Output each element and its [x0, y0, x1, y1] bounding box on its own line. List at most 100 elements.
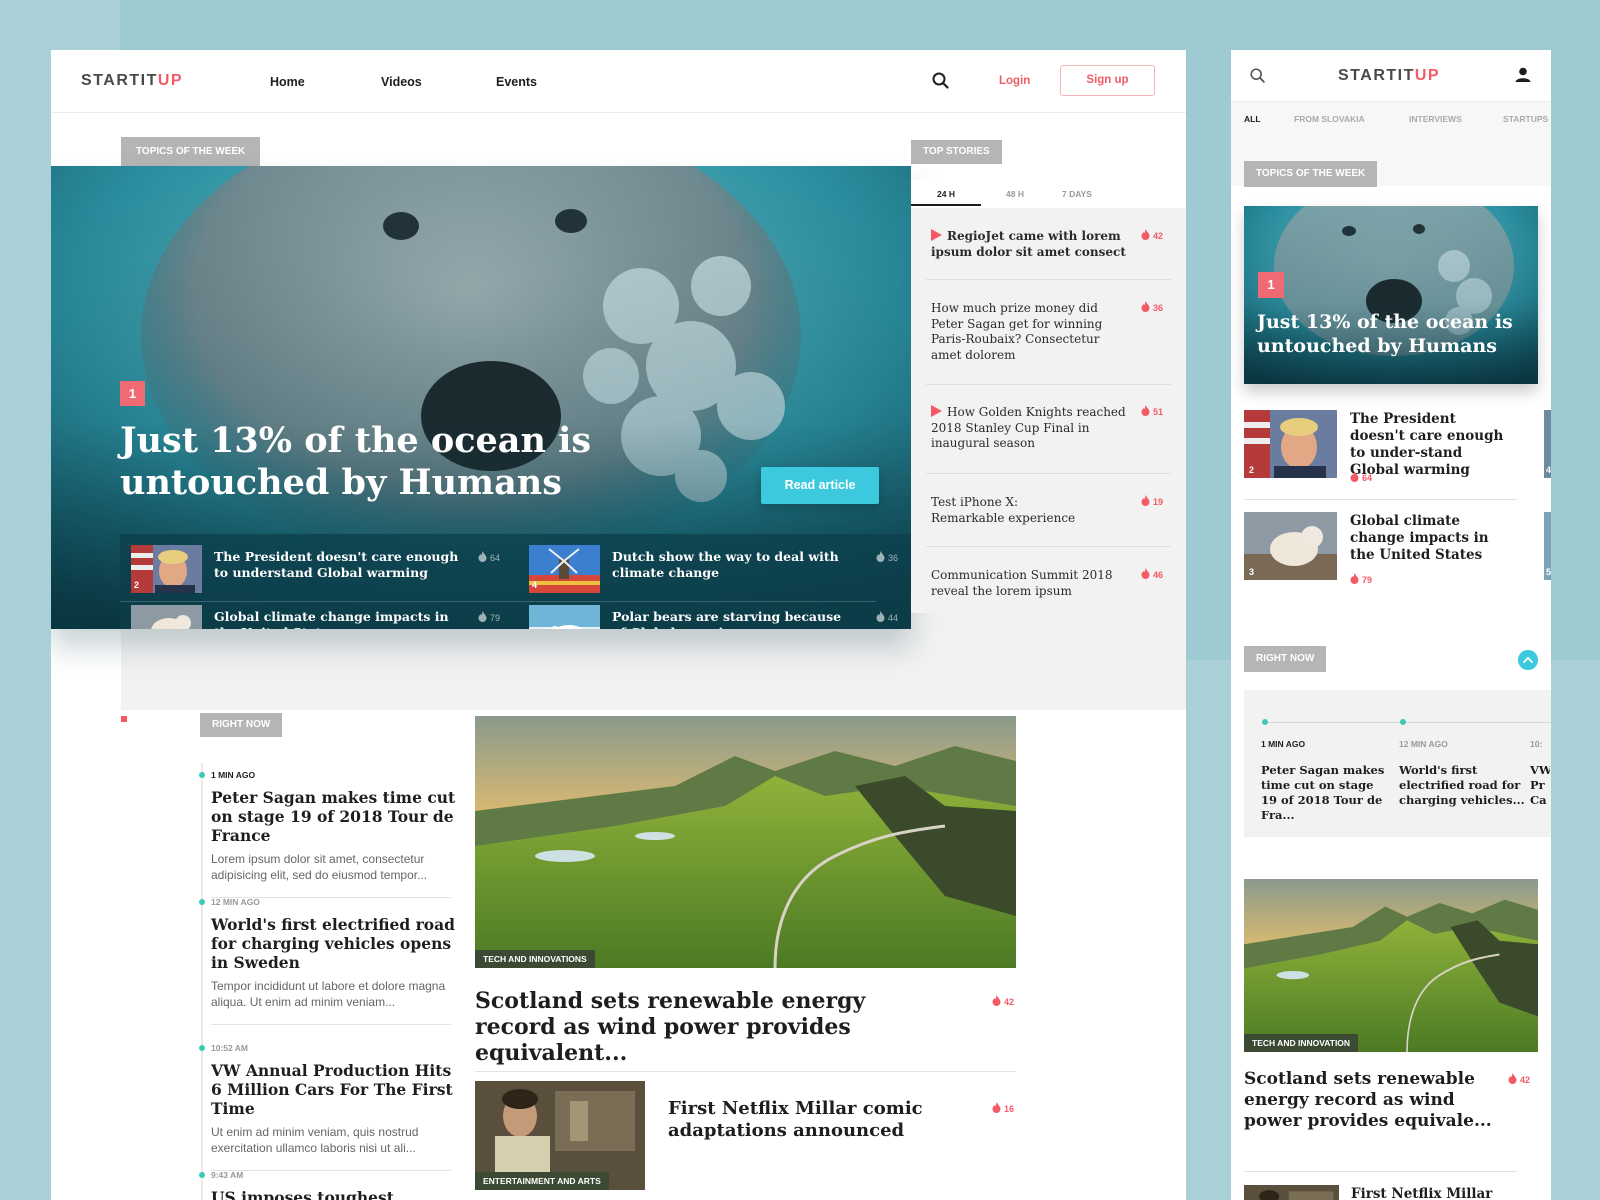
netflix-image[interactable]: Entertainment and arts [475, 1081, 645, 1190]
flame-icon [1141, 405, 1150, 416]
netflix-image[interactable] [1244, 1185, 1339, 1200]
hero-title[interactable]: Just 13% of the ocean is untouched by Hu… [120, 420, 680, 504]
right-now-card[interactable]: 12 MIN AGO World's first electrified roa… [1399, 739, 1527, 808]
netflix-title[interactable]: First Netflix Millar comic adaptations a… [668, 1098, 928, 1142]
hero-rank-badge: 1 [120, 381, 145, 406]
featured-title[interactable]: Scotland sets renewable energy record as… [1244, 1069, 1494, 1132]
category-label[interactable]: Entertainment and arts [475, 1172, 609, 1190]
hero-list-item[interactable]: 2 The President doesn't care enough to u… [120, 534, 500, 600]
search-icon[interactable] [931, 71, 951, 91]
list-item-title: The President doesn't care enough to und… [1350, 411, 1504, 478]
tab-7days[interactable]: 7 DAYS [1062, 189, 1092, 199]
top-stories-list: RegioJet came with lorem ipsum dolor sit… [911, 208, 1186, 613]
tab-24h[interactable]: 24 H [937, 189, 955, 199]
hero-list-item[interactable]: 4 Dutch show the way to deal with climat… [518, 534, 898, 600]
nav-videos[interactable]: Videos [381, 75, 422, 89]
hero-item-title: The President doesn't care enough to und… [214, 549, 459, 580]
story-title: How much prize money did Peter Sagan get… [931, 301, 1103, 362]
timeline-title: World's first electrified road for charg… [1399, 763, 1525, 807]
signup-button[interactable]: Sign up [1060, 65, 1155, 96]
tab-48h[interactable]: 48 H [1006, 189, 1024, 199]
story-item[interactable]: How Golden Knights reached 2018 Stanley … [926, 385, 1171, 474]
right-now-tag: Right now [1244, 646, 1327, 672]
flame-icon [478, 611, 487, 622]
hero-divider [120, 601, 876, 602]
mobile-header: STARTITUP [1231, 50, 1551, 102]
search-icon[interactable] [1249, 67, 1267, 85]
carousel-peek: 4 [1544, 410, 1551, 478]
rank-number: 3 [1249, 567, 1255, 577]
story-item[interactable]: Test iPhone X: Remarkable experience 19 [926, 474, 1171, 547]
view-count: 46 [1141, 568, 1163, 580]
tab-from-slovakia[interactable]: FROM SLOVAKIA [1294, 114, 1365, 124]
timeline-time: 10: [1530, 739, 1543, 749]
view-count: 36 [1141, 301, 1163, 313]
active-tab-indicator [911, 204, 981, 206]
timeline-dot [1262, 719, 1268, 725]
right-now-card[interactable]: 10: VW Pr Ca [1530, 739, 1550, 808]
timeline-title: VW Pr Ca [1530, 763, 1550, 807]
timeline-time: 1 MIN AGO [1261, 739, 1306, 749]
hero-item-title: Dutch show the way to deal with climate … [612, 549, 839, 580]
netflix-title[interactable]: First Netflix Millar comic adaptations a… [1351, 1186, 1536, 1200]
timeline-item[interactable]: 9:43 AM US imposes toughest Russian [199, 1170, 456, 1200]
landscape-image [1244, 879, 1538, 1052]
landscape-image [475, 716, 1016, 968]
mobile-hero-card[interactable]: 1 Just 13% of the ocean is untouched by … [1244, 206, 1538, 384]
timeline-time: 10:52 AM [211, 1043, 249, 1053]
timeline-dot [1400, 719, 1406, 725]
play-icon [931, 229, 942, 241]
story-item[interactable]: How much prize money did Peter Sagan get… [926, 280, 1171, 385]
timeline-dot [199, 1045, 205, 1051]
hero-card[interactable]: 1 Just 13% of the ocean is untouched by … [51, 166, 911, 629]
story-item[interactable]: Communication Summit 2018 reveal the lor… [926, 547, 1171, 613]
mobile-list-item[interactable]: 2 The President doesn't care enough to u… [1244, 410, 1519, 490]
right-now-card[interactable]: 1 MIN AGO Peter Sagan makes time cut on … [1261, 739, 1389, 823]
timeline-item[interactable]: 10:52 AM VW Annual Production Hits 6 Mil… [199, 1043, 456, 1171]
divider [1244, 499, 1517, 500]
timeline-time: 12 MIN AGO [211, 897, 260, 907]
view-count: 79 [1350, 573, 1372, 585]
featured-title[interactable]: Scotland sets renewable energy record as… [475, 988, 945, 1066]
play-icon [931, 405, 942, 417]
category-label[interactable]: Tech and innovations [475, 950, 595, 968]
rank-number: 5 [1546, 567, 1551, 577]
login-link[interactable]: Login [999, 75, 1030, 87]
tab-all[interactable]: ALL [1244, 114, 1261, 124]
featured-image[interactable]: Tech and innovations [475, 716, 1016, 968]
logo[interactable]: STARTITUP [1338, 67, 1440, 85]
logo[interactable]: STARTITUP [81, 72, 183, 90]
mobile-frame: STARTITUP ALL FROM SLOVAKIA INTERVIEWS S… [1231, 50, 1551, 1200]
nav-events[interactable]: Events [496, 75, 537, 89]
tab-interviews[interactable]: INTERVIEWS [1409, 114, 1462, 124]
hero-list-item[interactable]: 3 Global climate change impacts in the U… [120, 605, 500, 629]
tab-startups[interactable]: STARTUPS [1503, 114, 1548, 124]
top-stories-tabs: 24 H 48 H 7 DAYS [911, 180, 1186, 208]
mobile-right-now-carousel: 1 MIN AGO Peter Sagan makes time cut on … [1244, 690, 1551, 837]
mobile-list-item[interactable]: 3 Global climate change impacts in the U… [1244, 512, 1519, 592]
divider [211, 1024, 451, 1025]
story-title: RegioJet came with lorem ipsum dolor sit… [931, 229, 1126, 259]
category-label[interactable]: Tech and innovation [1244, 1034, 1359, 1052]
top-stories-tag: Top stories [911, 140, 1002, 164]
story-title: How Golden Knights reached 2018 Stanley … [931, 405, 1126, 450]
timeline-item[interactable]: 12 MIN AGO World's first electrified roa… [199, 897, 456, 1025]
story-item[interactable]: RegioJet came with lorem ipsum dolor sit… [926, 208, 1171, 280]
hero-list-item[interactable]: 5 Polar bears are starving because of Gl… [518, 605, 898, 629]
timeline-item[interactable]: 1 MIN AGO Peter Sagan makes time cut on … [199, 770, 456, 898]
timeline-excerpt: Lorem ipsum dolor sit amet, consectetur … [211, 852, 428, 882]
flame-icon [1141, 495, 1150, 506]
timeline-excerpt: Tempor incididunt ut labore et dolore ma… [211, 979, 446, 1009]
divider [475, 1071, 1016, 1072]
nav-home[interactable]: Home [270, 75, 305, 89]
timeline-excerpt: Ut enim ad minim veniam, quis nostrud ex… [211, 1125, 419, 1155]
timeline-time: 1 MIN AGO [211, 770, 256, 780]
timeline-time: 9:43 AM [211, 1170, 244, 1180]
user-icon[interactable] [1514, 66, 1532, 84]
featured-image[interactable]: Tech and innovation [1244, 879, 1538, 1052]
bear-cub-thumbnail: 3 [131, 605, 202, 629]
president-thumbnail: 2 [1244, 410, 1337, 478]
collapse-chevron-icon[interactable] [1518, 650, 1538, 670]
view-count: 51 [1141, 405, 1163, 417]
read-article-button[interactable]: Read article [761, 467, 879, 504]
